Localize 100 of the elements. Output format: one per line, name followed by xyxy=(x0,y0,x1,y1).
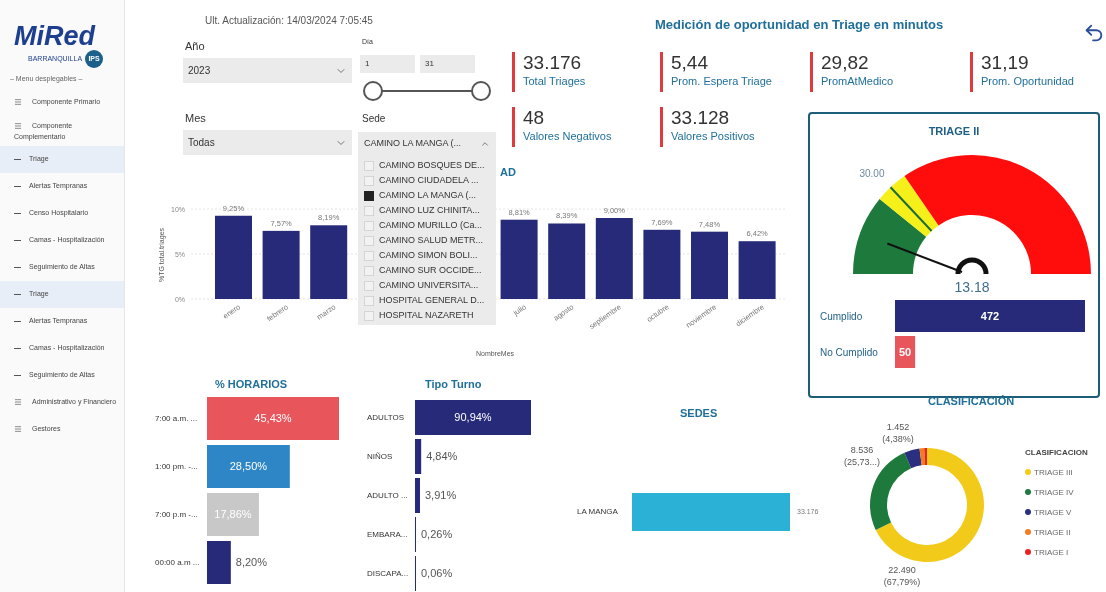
bar xyxy=(207,541,231,584)
axis-label: No Cumplido xyxy=(820,346,878,358)
menu-icon xyxy=(14,98,22,106)
kpi-value: 48 xyxy=(523,107,546,129)
legend-label: TRIAGE I xyxy=(1034,548,1069,557)
kpi-value: 33.128 xyxy=(671,107,731,129)
data-label: 0,06% xyxy=(421,567,453,580)
kpi-label: Valores Positivos xyxy=(671,129,755,143)
legend-label: TRIAGE II xyxy=(1034,528,1071,537)
kpi-value: 5,44 xyxy=(671,52,709,74)
data-label: 1.452 (4,38%) xyxy=(882,422,914,444)
bar xyxy=(691,231,728,299)
option-label[interactable]: CAMINO MURILLO (Ca... xyxy=(379,218,482,233)
bar xyxy=(738,241,776,299)
axis-label: ADULTOS xyxy=(367,413,405,423)
category-label: LA MANGA xyxy=(577,506,619,518)
sede-dropdown[interactable]: CAMINO LA MANGA (... xyxy=(358,132,496,155)
axis-label: DISCAPA... xyxy=(367,569,409,579)
menu-icon xyxy=(14,121,22,130)
legend-label: TRIAGE IV xyxy=(1034,488,1074,497)
dash-icon xyxy=(14,374,21,376)
menu-icon xyxy=(14,398,22,406)
accent-bar xyxy=(660,107,663,147)
input-field[interactable]: 31 xyxy=(420,55,475,73)
data-label: 28,50% xyxy=(229,460,268,473)
logo-wordmark: MiRed xyxy=(14,22,95,50)
data-label: 90,94% xyxy=(454,411,492,424)
report-title: Medición de oportunidad en Triage en minutos xyxy=(655,16,944,34)
axis-label: 00:00 a.m ... xyxy=(155,558,200,568)
dash-icon xyxy=(14,293,21,295)
bar xyxy=(262,230,300,299)
bar xyxy=(895,336,916,368)
dash-icon xyxy=(14,212,21,214)
kpi-value: 33.176 xyxy=(523,52,583,74)
bar xyxy=(643,229,681,299)
option-label[interactable]: HOSPITAL NAZARETH xyxy=(379,308,474,323)
dash-icon xyxy=(14,239,21,241)
field-label: Sede xyxy=(362,112,386,126)
legend-title: CLASIFICACION xyxy=(1025,448,1088,457)
data-label: 50 xyxy=(898,345,912,358)
option-label[interactable]: CAMINO LA MANGA (... xyxy=(379,188,477,203)
dash-icon xyxy=(14,266,21,268)
option-label[interactable]: HOSPITAL GENERAL D... xyxy=(379,293,485,308)
axis-label: 7:00 p.m -... xyxy=(155,510,198,520)
kpi-value: 29,82 xyxy=(821,52,870,74)
menu-icon xyxy=(14,425,22,433)
legend-swatch xyxy=(1025,529,1031,535)
last-update: Ult. Actualización: 14/03/2024 7:05:45 xyxy=(205,14,373,28)
option-label[interactable]: CAMINO UNIVERSITA... xyxy=(379,278,479,293)
year-dropdown[interactable]: 2023 xyxy=(183,58,352,83)
option-label[interactable]: CAMINO SUR OCCIDE... xyxy=(379,263,482,278)
legend-swatch xyxy=(1025,509,1031,515)
option-label[interactable]: CAMINO SIMON BOLI... xyxy=(379,248,478,263)
target-label: 30.00 xyxy=(859,168,885,180)
field-label: Mes xyxy=(185,111,206,126)
chart-title: SEDES xyxy=(680,406,718,421)
back-icon[interactable] xyxy=(1083,22,1105,44)
slider-thumb[interactable] xyxy=(363,81,383,101)
axis-label: EMBARA... xyxy=(367,530,408,540)
accent-bar xyxy=(512,107,515,147)
kpi-label: PromAtMedico xyxy=(821,74,894,88)
legend-swatch xyxy=(1025,489,1031,495)
option-label[interactable]: CAMINO SALUD METR... xyxy=(379,233,483,248)
data-label: 472 xyxy=(980,309,1000,322)
chart-title: AD xyxy=(500,165,516,180)
dash-icon xyxy=(14,347,21,349)
option-label[interactable]: CAMINO BOSQUES DE... xyxy=(379,158,485,173)
data-label: 3,91% xyxy=(425,489,457,502)
legend-label: TRIAGE III xyxy=(1034,468,1073,477)
kpi-label: Prom. Oportunidad xyxy=(981,74,1074,88)
bar xyxy=(415,478,420,513)
accent-bar xyxy=(512,52,515,92)
kpi-label: Total Triages xyxy=(523,74,586,88)
data-label: 8.536 (25,73...) xyxy=(844,445,880,467)
legend-swatch xyxy=(1025,549,1031,555)
legend-label: TRIAGE V xyxy=(1034,508,1072,517)
chart-title: CLASIFICACIÓN xyxy=(928,394,1015,409)
gauge-value: 13.18 xyxy=(954,279,990,294)
dash-icon xyxy=(14,185,21,187)
option-label[interactable]: CAMINO CIUDADELA ... xyxy=(379,173,479,188)
axis-label: 7:00 a.m. ... xyxy=(155,414,198,424)
slider-thumb[interactable] xyxy=(471,81,491,101)
accent-bar xyxy=(660,52,663,92)
option-label[interactable]: CAMINO LUZ CHINITA... xyxy=(379,203,480,218)
kpi-label: Valores Negativos xyxy=(523,129,612,143)
accent-bar xyxy=(810,52,813,92)
axis-label: Cumplido xyxy=(820,310,863,322)
chart-title: % HORARIOS xyxy=(215,377,288,392)
data-label: 8,20% xyxy=(235,556,268,569)
data-label: 45,43% xyxy=(254,412,292,425)
axis-label: 1:00 pm. -... xyxy=(155,462,198,472)
axis-label: NIÑOS xyxy=(367,452,393,462)
legend-swatch xyxy=(1025,469,1031,475)
bar xyxy=(415,439,422,474)
card-title: TRIAGE II xyxy=(927,124,981,139)
checkbox[interactable] xyxy=(364,190,374,201)
field-label: Año xyxy=(185,39,205,54)
input-field[interactable]: 1 xyxy=(360,55,415,73)
accent-bar xyxy=(970,52,973,92)
month-dropdown[interactable]: Todas xyxy=(183,130,352,155)
